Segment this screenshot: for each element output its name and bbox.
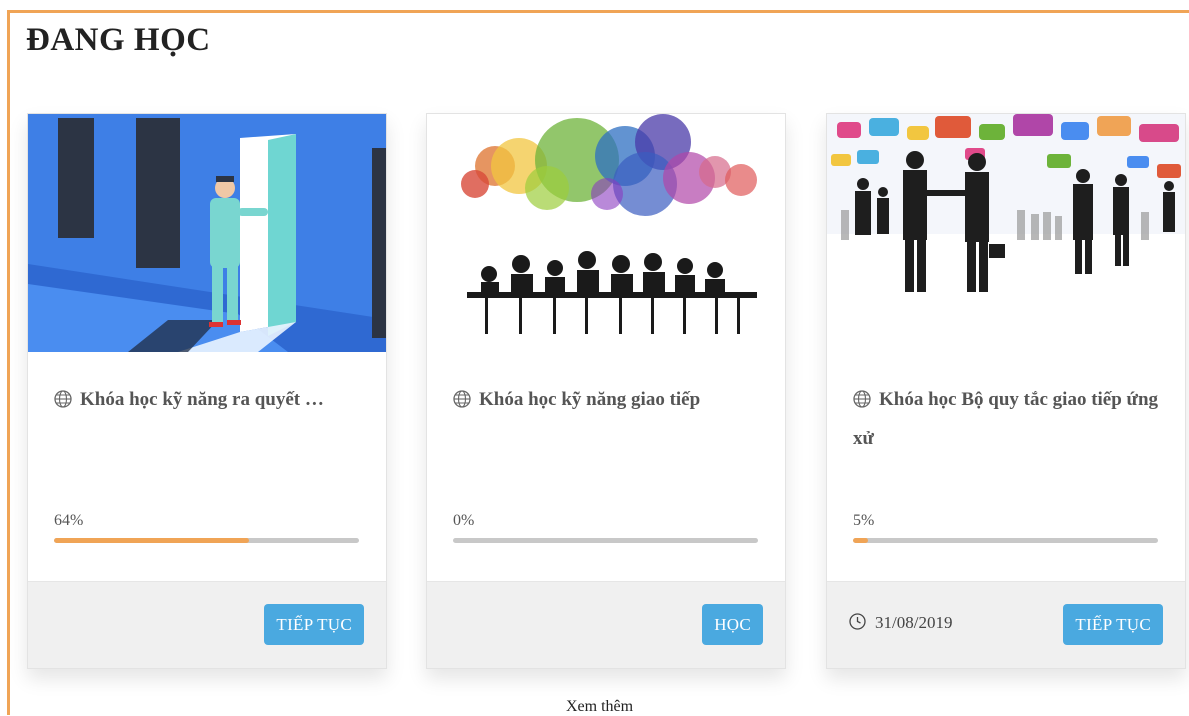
course-title[interactable]: Khóa học kỹ năng giao tiếp — [453, 380, 768, 419]
course-thumbnail[interactable] — [427, 114, 785, 352]
progress-bar — [853, 538, 1158, 543]
progress-percent: 0% — [453, 512, 475, 529]
course-title-text: Khóa học Bộ quy tắc giao tiếp ứng xử — [853, 389, 1159, 449]
course-card[interactable]: Khóa học kỹ năng giao tiếp 0% HỌC — [426, 113, 786, 669]
globe-icon — [853, 390, 871, 408]
door-decision-illustration — [28, 114, 386, 352]
globe-icon — [453, 390, 471, 408]
clock-icon — [849, 613, 866, 630]
continue-button[interactable]: TIẾP TỤC — [264, 604, 364, 645]
card-footer: HỌC — [427, 581, 785, 668]
continue-button[interactable]: TIẾP TỤC — [1063, 604, 1163, 645]
progress-bar — [54, 538, 359, 543]
see-more-link[interactable]: Xem thêm — [566, 698, 633, 716]
progress-percent: 64% — [54, 512, 84, 529]
globe-icon — [54, 390, 72, 408]
business-handshake-illustration — [827, 114, 1185, 352]
progress-percent: 5% — [853, 512, 875, 529]
section-title: ĐANG HỌC — [26, 22, 211, 58]
meeting-speech-bubbles-illustration — [427, 114, 785, 352]
course-card[interactable]: Khóa học kỹ năng ra quyết … 64% TIẾP TỤC — [27, 113, 387, 669]
progress-bar-fill — [853, 538, 869, 543]
course-title[interactable]: Khóa học kỹ năng ra quyết … — [54, 380, 369, 419]
course-card[interactable]: Khóa học Bộ quy tắc giao tiếp ứng xử 5% … — [826, 113, 1186, 669]
course-thumbnail[interactable] — [28, 114, 386, 352]
course-thumbnail[interactable] — [827, 114, 1185, 352]
card-footer: 31/08/2019 TIẾP TỤC — [827, 581, 1185, 668]
deadline-date: 31/08/2019 — [875, 613, 953, 632]
course-title[interactable]: Khóa học Bộ quy tắc giao tiếp ứng xử — [853, 380, 1168, 458]
progress-bar-fill — [54, 538, 250, 543]
course-title-text: Khóa học kỹ năng ra quyết … — [80, 389, 324, 410]
course-title-text: Khóa học kỹ năng giao tiếp — [479, 389, 701, 410]
learn-button[interactable]: HỌC — [702, 604, 763, 645]
deadline: 31/08/2019 — [849, 613, 952, 633]
card-footer: TIẾP TỤC — [28, 581, 386, 668]
progress-bar — [453, 538, 758, 543]
